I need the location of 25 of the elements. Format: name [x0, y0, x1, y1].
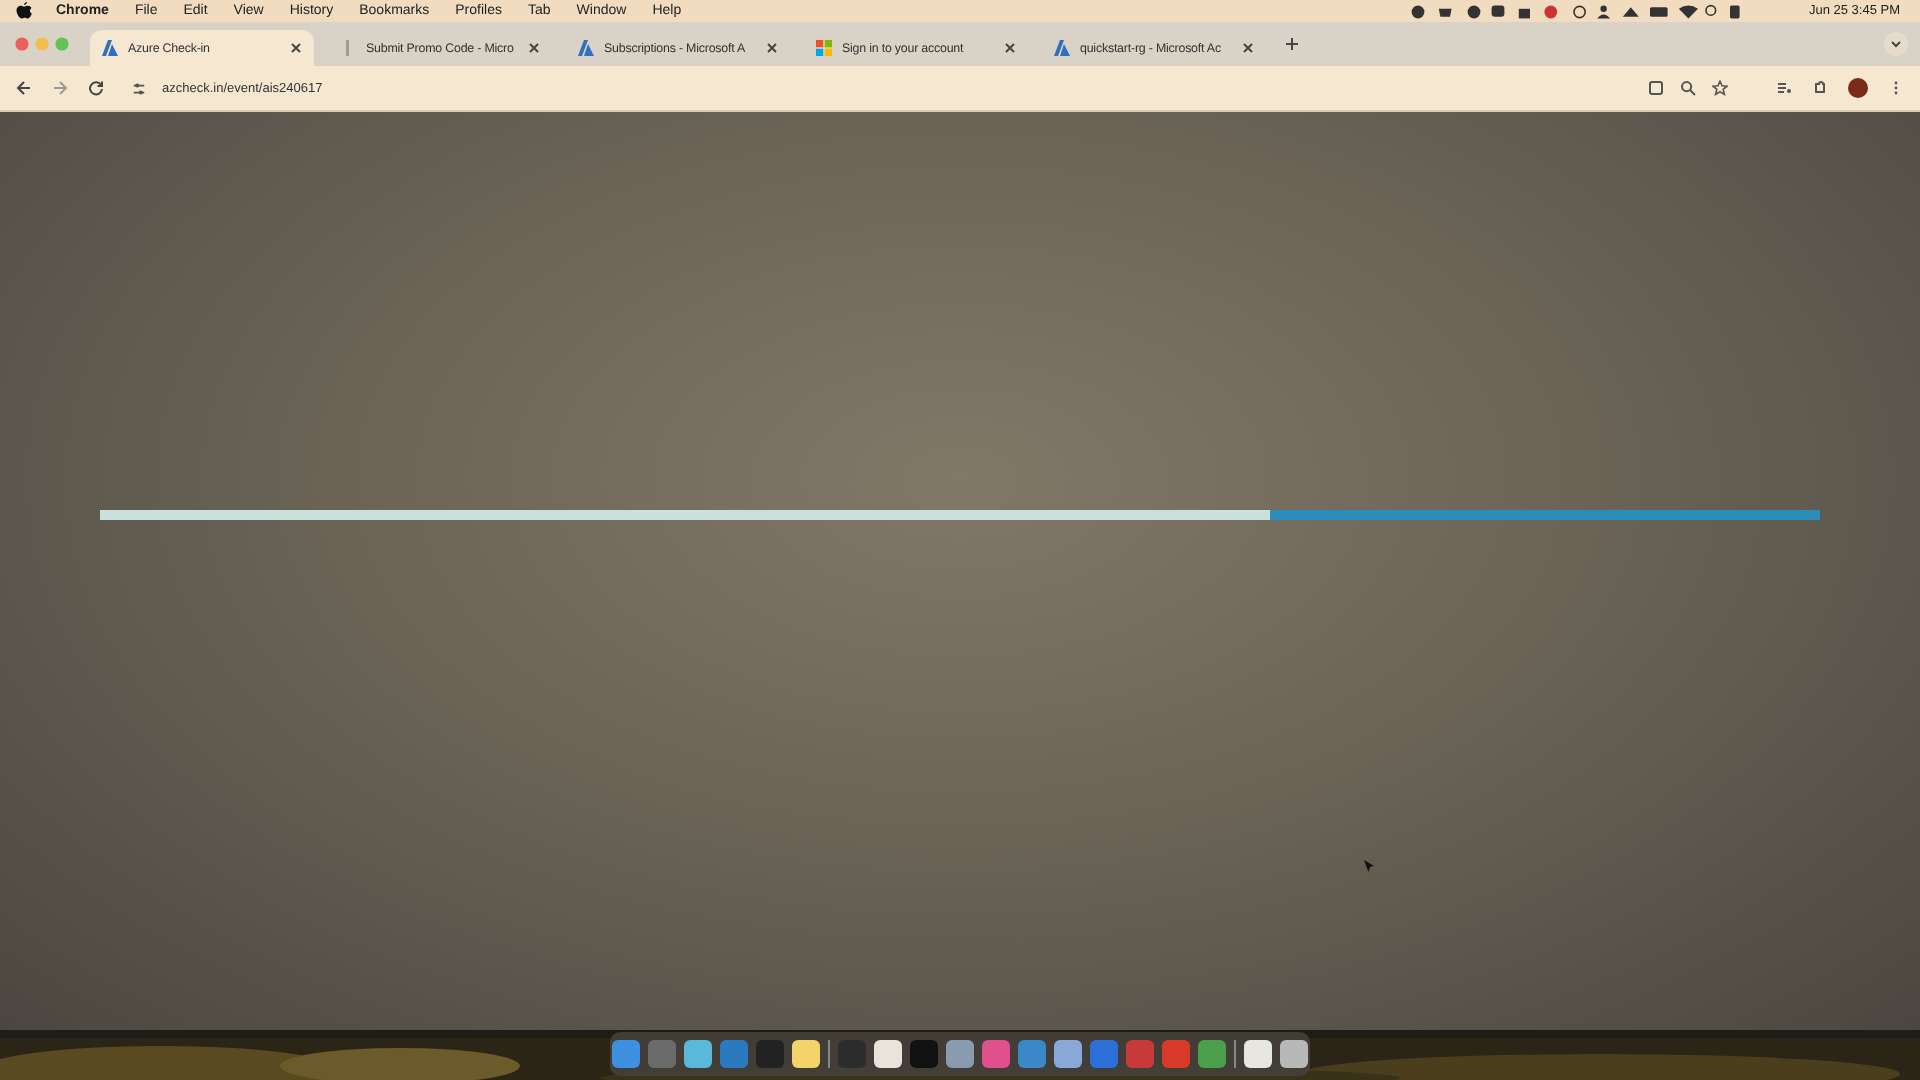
app-icon[interactable]	[1244, 1040, 1272, 1068]
app-icon[interactable]	[684, 1040, 712, 1068]
close-icon[interactable]	[290, 42, 302, 54]
translate-icon[interactable]	[1648, 80, 1664, 96]
close-icon[interactable]	[766, 42, 778, 54]
site-settings-icon[interactable]	[132, 81, 146, 95]
reload-icon[interactable]	[88, 80, 104, 96]
cursor-icon	[1364, 860, 1374, 872]
tab-search-icon[interactable]	[1884, 32, 1908, 56]
app-icon[interactable]	[1054, 1040, 1082, 1068]
new-tab-icon[interactable]	[1284, 36, 1300, 52]
apple-icon[interactable]	[16, 2, 32, 20]
app-icon[interactable]	[874, 1040, 902, 1068]
close-icon[interactable]	[1242, 42, 1254, 54]
close-icon[interactable]	[528, 42, 540, 54]
back-icon[interactable]	[16, 80, 32, 96]
media-icon[interactable]	[1776, 80, 1792, 96]
app-icon[interactable]	[946, 1040, 974, 1068]
avatar-icon[interactable]	[1848, 78, 1868, 98]
app-icon[interactable]	[792, 1040, 820, 1068]
extensions-icon[interactable]	[1812, 80, 1828, 96]
bookmark-star-icon[interactable]	[1712, 80, 1728, 96]
close-icon[interactable]	[1004, 42, 1016, 54]
app-icon[interactable]	[1280, 1040, 1308, 1068]
zoom-icon[interactable]	[1680, 80, 1696, 96]
